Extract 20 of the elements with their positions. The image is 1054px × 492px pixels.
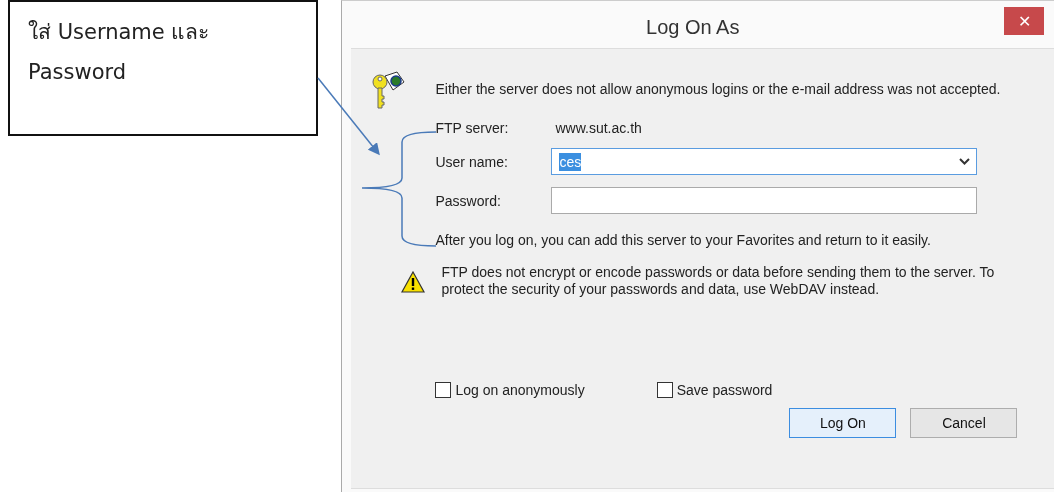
key-globe-icon xyxy=(371,70,406,110)
server-value: www.sut.ac.th xyxy=(554,120,643,136)
checkbox-label: Save password xyxy=(676,382,773,398)
error-message: Either the server does not allow anonymous logins or the e-mail address was not accepted. xyxy=(435,80,1001,99)
checkbox[interactable] xyxy=(435,382,452,398)
cancel-button[interactable]: Cancel xyxy=(910,408,1018,438)
checkbox-label: Log on anonymously xyxy=(455,382,585,398)
window-title: Log On As xyxy=(646,16,740,39)
info-note: After you log on, you can add this server to your Favorites and return to it easily. xyxy=(435,232,932,248)
checkbox[interactable] xyxy=(656,382,673,398)
close-button[interactable]: ✕ xyxy=(1004,7,1044,35)
warning-message: FTP does not encrypt or encode passwords or data before sending them to the server. To protect the security of your passwords and data, use WebDAV instead. xyxy=(441,264,996,298)
chevron-down-icon[interactable] xyxy=(959,158,971,165)
log-on-button[interactable]: Log On xyxy=(789,408,897,438)
warning-icon xyxy=(401,271,426,293)
password-field[interactable] xyxy=(551,187,978,214)
password-label: Password: xyxy=(435,192,502,209)
server-label: FTP server: xyxy=(435,120,510,136)
username-label: User name: xyxy=(435,153,509,170)
callout-box: ใส่ Username และ Password xyxy=(8,0,318,136)
